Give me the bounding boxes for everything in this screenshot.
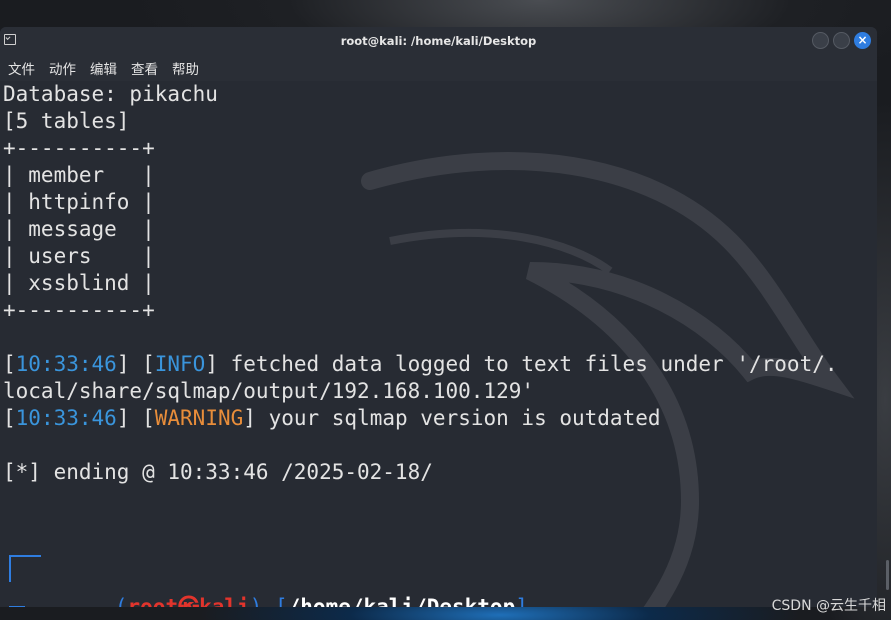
table-row: | users | bbox=[3, 244, 155, 268]
log-level-warning: WARNING bbox=[154, 406, 244, 430]
table-border-top: +----------+ bbox=[3, 136, 155, 160]
log-timestamp: 10:33:46 bbox=[15, 352, 117, 376]
log-line-info: [10:33:46] [INFO] fetched data logged to… bbox=[3, 352, 838, 376]
shell-input-line[interactable]: # bbox=[3, 567, 877, 607]
window-title: root@kali: /home/kali/Desktop bbox=[340, 34, 537, 48]
table-row: | xssblind | bbox=[3, 271, 155, 295]
menu-bar: 文件 动作 编辑 查看 帮助 bbox=[0, 55, 877, 81]
log-line-continuation: local/share/sqlmap/output/192.168.100.12… bbox=[3, 379, 535, 403]
prompt-path: /home/kali/Desktop bbox=[287, 595, 516, 607]
prompt-user: root bbox=[127, 595, 179, 607]
shell-prompt: (root㉿kali)-[/home/kali/Desktop] bbox=[3, 540, 877, 607]
prompt-connector-bottom bbox=[9, 606, 25, 607]
ending-line: [*] ending @ 10:33:46 /2025-02-18/ bbox=[3, 460, 433, 484]
terminal-window: root@kali: /home/kali/Desktop × 文件 动作 编辑… bbox=[0, 27, 877, 607]
log-message: your sqlmap version is outdated bbox=[268, 406, 661, 430]
menu-view[interactable]: 查看 bbox=[131, 58, 158, 78]
log-message: fetched data logged to text files under … bbox=[230, 352, 838, 376]
table-border-bottom: +----------+ bbox=[3, 298, 155, 322]
terminal-output[interactable]: Database: pikachu [5 tables] +----------… bbox=[0, 81, 877, 607]
log-timestamp: 10:33:46 bbox=[15, 406, 117, 430]
log-line-warning: [10:33:46] [WARNING] your sqlmap version… bbox=[3, 406, 661, 430]
table-row: | httpinfo | bbox=[3, 190, 155, 214]
menu-help[interactable]: 帮助 bbox=[172, 58, 199, 78]
title-bar[interactable]: root@kali: /home/kali/Desktop × bbox=[0, 27, 877, 55]
terminal-icon bbox=[4, 34, 16, 45]
db-name-line: Database: pikachu bbox=[3, 82, 218, 106]
table-row: | message | bbox=[3, 217, 155, 241]
csdn-watermark: CSDN @云生千相 bbox=[771, 598, 886, 614]
menu-edit[interactable]: 编辑 bbox=[90, 58, 117, 78]
table-count-line: [5 tables] bbox=[3, 109, 130, 133]
log-level-info: INFO bbox=[154, 352, 206, 376]
menu-file[interactable]: 文件 bbox=[8, 58, 35, 78]
prompt-host: kali bbox=[199, 595, 250, 607]
skull-icon: ㉿ bbox=[178, 595, 200, 607]
table-row: | member | bbox=[3, 163, 155, 187]
minimize-button[interactable] bbox=[812, 32, 829, 49]
menu-action[interactable]: 动作 bbox=[49, 58, 76, 78]
scrollbar[interactable] bbox=[886, 560, 889, 590]
close-button[interactable]: × bbox=[854, 32, 871, 49]
window-controls: × bbox=[812, 32, 871, 49]
maximize-button[interactable] bbox=[833, 32, 850, 49]
